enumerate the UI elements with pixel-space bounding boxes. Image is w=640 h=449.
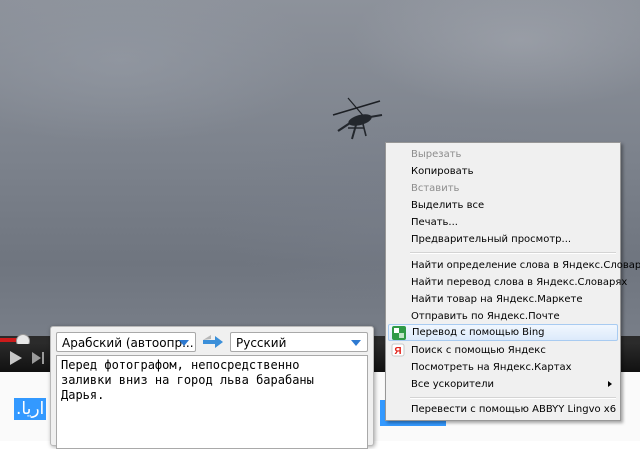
chevron-down-icon: [179, 340, 189, 346]
menu-item-yandex-maps[interactable]: Посмотреть на Яндекс.Картах: [388, 359, 618, 376]
menu-item-label: Копировать: [411, 166, 474, 177]
next-icon[interactable]: [32, 352, 46, 364]
menu-item-label: Перевести с помощью ABBYY Lingvo x6: [411, 404, 617, 415]
menu-item-label: Посмотреть на Яндекс.Картах: [411, 362, 572, 373]
menu-item-print[interactable]: Печать...: [388, 214, 618, 231]
menu-item-label: Найти перевод слова в Яндекс.Словарях: [411, 277, 628, 288]
menu-item-label: Предварительный просмотр...: [411, 234, 572, 245]
swap-languages-icon[interactable]: [201, 332, 227, 352]
menu-item-abbyy-lingvo[interactable]: Перевести с помощью ABBYY Lingvo x6: [388, 401, 618, 418]
menu-item-select-all[interactable]: Выделить все: [388, 197, 618, 214]
source-language-value: Арабский (автоопр...: [62, 336, 194, 350]
menu-item-copy[interactable]: Копировать: [388, 163, 618, 180]
chevron-down-icon: [351, 340, 361, 346]
menu-item-yandex-mail[interactable]: Отправить по Яндекс.Почте: [388, 308, 618, 325]
bing-translate-icon: [392, 326, 406, 340]
target-language-select[interactable]: Русский: [230, 332, 368, 352]
svg-text:Я: Я: [394, 346, 401, 357]
menu-item-label: Поиск с помощью Яндекс: [411, 345, 546, 356]
menu-item-label: Все ускорители: [411, 379, 494, 390]
menu-item-label: Печать...: [411, 217, 458, 228]
menu-item-bing-translate[interactable]: Перевод с помощью Bing: [388, 324, 618, 341]
menu-item-label: Перевод с помощью Bing: [412, 327, 545, 338]
menu-item-yandex-definition[interactable]: Найти определение слова в Яндекс.Словаря…: [388, 257, 640, 274]
menu-item-yandex-translate-word[interactable]: Найти перевод слова в Яндекс.Словарях: [388, 274, 627, 291]
context-menu: Вырезать Копировать Вставить Выделить вс…: [385, 142, 640, 421]
menu-separator: [410, 252, 616, 254]
menu-item-print-preview[interactable]: Предварительный просмотр...: [388, 231, 618, 248]
menu-item-label: Найти определение слова в Яндекс.Словаря…: [411, 260, 640, 271]
menu-item-all-accelerators[interactable]: Все ускорители: [388, 376, 618, 393]
play-icon[interactable]: [10, 351, 22, 365]
menu-item-label: Вставить: [411, 183, 460, 194]
menu-item-label: Отправить по Яндекс.Почте: [411, 311, 560, 322]
menu-item-cut[interactable]: Вырезать: [388, 146, 618, 163]
translation-popup: Арабский (автоопр... Русский Перед фотог…: [50, 326, 374, 449]
helicopter-image: [332, 97, 383, 140]
source-language-select[interactable]: Арабский (автоопр...: [56, 332, 196, 352]
menu-item-yandex-search[interactable]: Я Поиск с помощью Яндекс: [388, 342, 618, 359]
selected-text[interactable]: اريا.: [14, 398, 47, 420]
yandex-icon: Я: [391, 343, 405, 357]
translation-output[interactable]: Перед фотографом, непосредственно заливк…: [56, 355, 368, 449]
target-language-value: Русский: [236, 336, 287, 350]
menu-item-paste[interactable]: Вставить: [388, 180, 618, 197]
menu-item-label: Выделить все: [411, 200, 485, 211]
chevron-right-icon: [608, 381, 612, 387]
menu-separator: [410, 397, 616, 399]
menu-item-yandex-market[interactable]: Найти товар на Яндекс.Маркете: [388, 291, 618, 308]
menu-item-label: Вырезать: [411, 149, 462, 160]
menu-item-label: Найти товар на Яндекс.Маркете: [411, 294, 583, 305]
